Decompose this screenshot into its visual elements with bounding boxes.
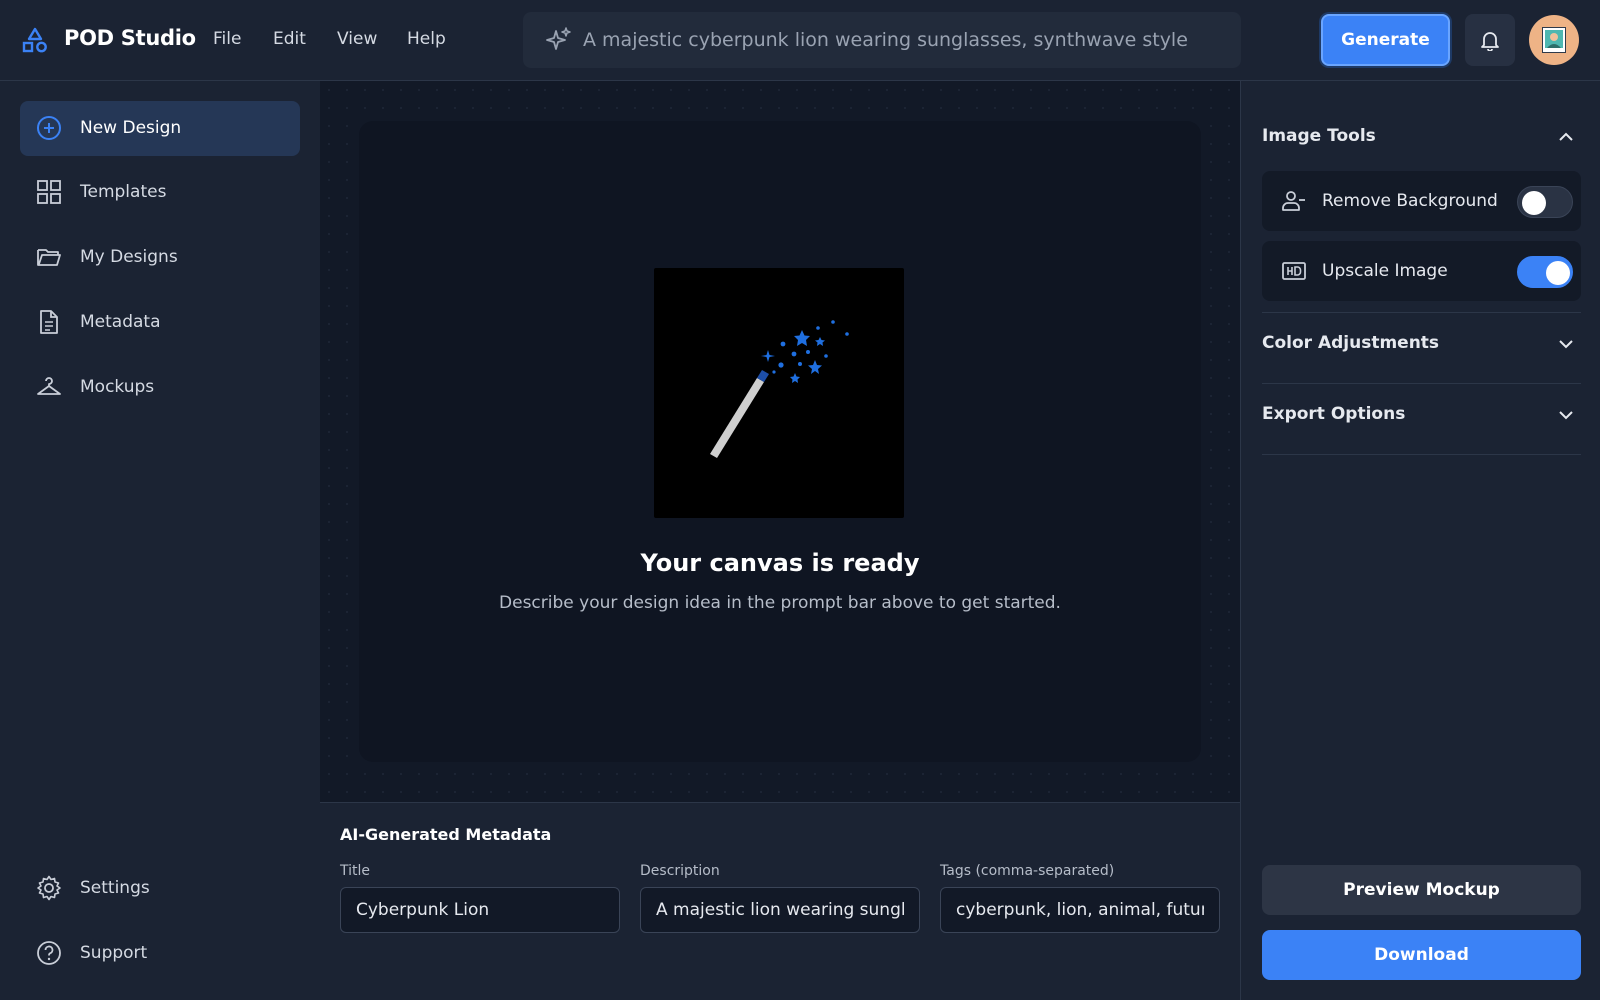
sparkles-icon bbox=[546, 27, 571, 50]
canvas-card: Your canvas is ready Describe your desig… bbox=[359, 121, 1201, 762]
color-adjustments-title: Color Adjustments bbox=[1262, 333, 1440, 353]
divider bbox=[1262, 454, 1581, 455]
download-button[interactable]: Download bbox=[1262, 930, 1581, 980]
export-options-title: Export Options bbox=[1262, 404, 1406, 424]
divider bbox=[1262, 383, 1581, 384]
sidebar-item-label: Support bbox=[80, 943, 148, 963]
canvas-heading: Your canvas is ready bbox=[640, 549, 920, 577]
sidebar-item-mockups[interactable]: Mockups bbox=[20, 360, 300, 415]
folder-icon bbox=[37, 249, 61, 266]
hd-icon bbox=[1282, 262, 1306, 280]
canvas-area: Your canvas is ready Describe your desig… bbox=[320, 81, 1240, 802]
description-input[interactable] bbox=[640, 887, 920, 933]
sidebar-item-label: Templates bbox=[80, 182, 167, 202]
grid-icon bbox=[37, 180, 61, 204]
color-adjustments-header[interactable]: Color Adjustments bbox=[1262, 329, 1581, 359]
user-avatar-icon bbox=[1542, 27, 1566, 53]
avatar[interactable] bbox=[1529, 15, 1579, 65]
app-title: POD Studio bbox=[64, 26, 196, 50]
toggle-knob bbox=[1546, 261, 1570, 285]
upscale-image-label: Upscale Image bbox=[1322, 261, 1448, 281]
sidebar-item-label: My Designs bbox=[80, 247, 178, 267]
plus-circle-icon bbox=[37, 116, 61, 140]
tags-field: Tags (comma-separated) bbox=[940, 863, 1220, 933]
right-panel: Image Tools Remove Background Upscale Im… bbox=[1240, 81, 1600, 1000]
sidebar-item-new-design[interactable]: New Design bbox=[20, 101, 300, 156]
menu-help[interactable]: Help bbox=[407, 29, 446, 49]
notifications-button[interactable] bbox=[1465, 14, 1515, 66]
toggle-knob bbox=[1522, 191, 1546, 215]
description-field: Description bbox=[640, 863, 920, 933]
top-bar: POD Studio File Edit View Help Generate bbox=[0, 0, 1600, 81]
metadata-heading: AI-Generated Metadata bbox=[340, 825, 552, 844]
sidebar-item-label: Metadata bbox=[80, 312, 161, 332]
canvas-illustration bbox=[654, 268, 904, 518]
remove-background-label: Remove Background bbox=[1322, 191, 1498, 211]
export-options-header[interactable]: Export Options bbox=[1262, 400, 1581, 430]
sidebar-item-my-designs[interactable]: My Designs bbox=[20, 230, 300, 285]
image-tools-title: Image Tools bbox=[1262, 126, 1376, 146]
prompt-bar bbox=[523, 12, 1241, 68]
chevron-up-icon bbox=[1559, 132, 1573, 141]
upscale-image-toggle[interactable] bbox=[1517, 256, 1573, 288]
sidebar-item-templates[interactable]: Templates bbox=[20, 165, 300, 220]
sidebar-item-label: Mockups bbox=[80, 377, 155, 397]
generate-button[interactable]: Generate bbox=[1321, 14, 1450, 66]
hanger-icon bbox=[37, 377, 61, 395]
sidebar-item-label: New Design bbox=[80, 118, 182, 138]
image-tools-header[interactable]: Image Tools bbox=[1262, 122, 1581, 152]
magic-wand-icon bbox=[710, 320, 849, 458]
sidebar-item-settings[interactable]: Settings bbox=[20, 861, 300, 916]
title-label: Title bbox=[340, 863, 371, 879]
preview-mockup-button[interactable]: Preview Mockup bbox=[1262, 865, 1581, 915]
remove-background-toggle[interactable] bbox=[1517, 186, 1573, 218]
sidebar-item-label: Settings bbox=[80, 878, 150, 898]
help-circle-icon bbox=[37, 941, 61, 965]
menu-view[interactable]: View bbox=[337, 29, 377, 49]
title-input[interactable] bbox=[340, 887, 620, 933]
prompt-input[interactable] bbox=[583, 12, 1223, 68]
tags-label: Tags (comma-separated) bbox=[940, 863, 1115, 879]
tags-input[interactable] bbox=[940, 887, 1220, 933]
divider bbox=[1262, 312, 1581, 313]
sidebar-item-support[interactable]: Support bbox=[20, 926, 300, 981]
gear-icon bbox=[37, 875, 61, 901]
menu-edit[interactable]: Edit bbox=[273, 29, 306, 49]
sidebar-item-metadata[interactable]: Metadata bbox=[20, 295, 300, 350]
title-field: Title bbox=[340, 863, 620, 933]
shapes-icon bbox=[22, 27, 47, 53]
metadata-panel: AI-Generated Metadata Title Description … bbox=[320, 802, 1240, 1000]
upscale-image-row: Upscale Image bbox=[1262, 241, 1581, 301]
chevron-down-icon bbox=[1559, 340, 1573, 349]
chevron-down-icon bbox=[1559, 411, 1573, 420]
description-label: Description bbox=[640, 863, 720, 879]
canvas-subtext: Describe your design idea in the prompt … bbox=[499, 593, 1061, 613]
menu-file[interactable]: File bbox=[213, 29, 241, 49]
remove-background-row: Remove Background bbox=[1262, 171, 1581, 231]
user-minus-icon bbox=[1282, 191, 1305, 211]
sidebar: New Design Templates My Designs Metadata… bbox=[0, 81, 320, 1000]
bell-icon bbox=[1481, 32, 1499, 51]
document-icon bbox=[40, 310, 58, 334]
